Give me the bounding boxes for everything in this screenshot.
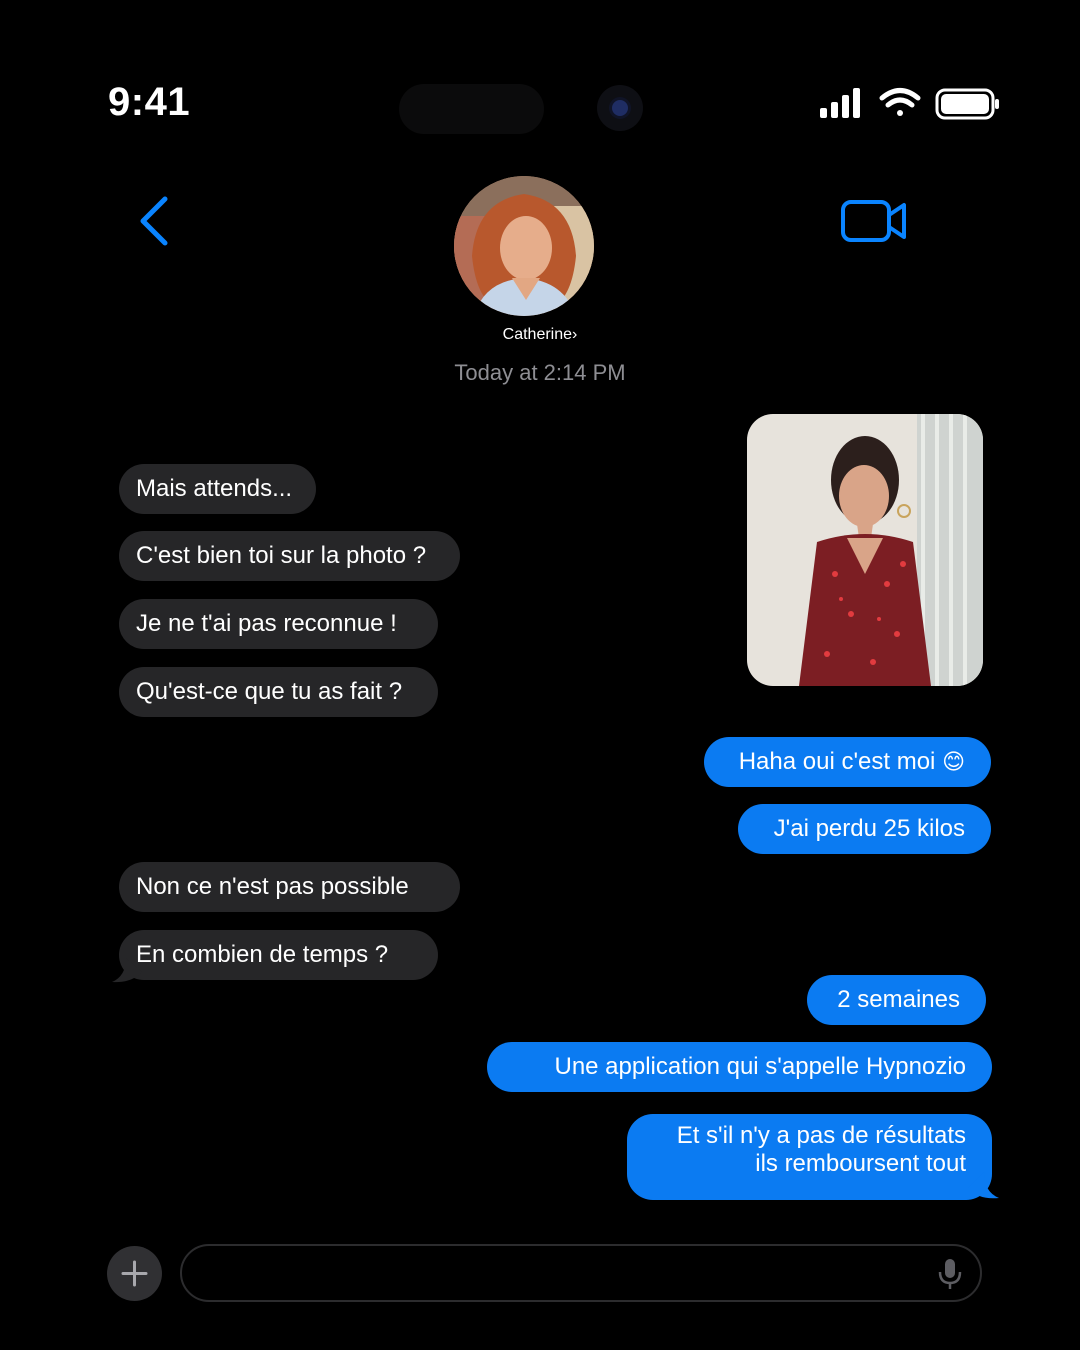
contact-name-text: Catherine [502,326,573,343]
back-chevron-icon[interactable] [134,195,174,247]
plus-icon [121,1260,148,1287]
avatar-portrait-image [454,176,594,316]
message-text: Haha oui c'est moi [738,748,936,775]
message-photo-sent[interactable] [747,414,983,686]
message-bubble-received[interactable]: Non ce n'est pas possible [119,862,460,912]
add-attachment-button[interactable] [107,1246,162,1301]
status-time: 9:41 [108,80,191,124]
message-bubble-sent[interactable]: Une application qui s'appelle Hypnozio [487,1042,992,1092]
dynamic-island [399,84,544,134]
message-bubble-received[interactable]: Qu'est-ce que tu as fait ? [119,667,438,717]
message-bubble-received[interactable]: Je ne t'ai pas reconnue ! [119,599,438,649]
message-bubble-sent[interactable]: Haha oui c'est moi 😊 [704,737,991,787]
message-bubble-sent[interactable]: J'ai perdu 25 kilos [738,804,991,854]
contact-name[interactable]: Catherine› [0,326,1080,344]
message-bubble-received[interactable]: En combien de temps ? [119,930,438,980]
bubble-tail-sent [968,1172,999,1199]
front-camera [597,85,643,131]
message-bubble-received[interactable]: Mais attends... [119,464,316,514]
message-text-line: Et s'il n'y a pas de résultats [676,1122,966,1149]
status-icons [820,88,999,120]
message-text-line: ils remboursent tout [755,1150,966,1177]
sent-photo-image [747,414,983,686]
contact-avatar[interactable] [454,176,594,316]
message-bubble-sent[interactable]: 2 semaines [807,975,986,1025]
battery-icon [935,88,999,120]
message-bubble-received[interactable]: C'est bien toi sur la photo ? [119,531,460,581]
conversation-timestamp: Today at 2:14 PM [454,360,626,385]
wifi-icon [879,88,921,116]
bubble-tail-received [112,958,142,983]
smiling-face-emoji: 😊 [942,749,965,774]
microphone-icon[interactable] [936,1258,964,1290]
message-bubble-sent[interactable]: Et s'il n'y a pas de résultats ils rembo… [627,1114,992,1200]
cellular-signal-icon [820,88,860,118]
video-call-icon[interactable] [838,198,910,244]
message-input-field[interactable] [180,1244,982,1302]
chevron-right-icon: › [572,326,578,343]
message-input[interactable] [206,1254,930,1294]
